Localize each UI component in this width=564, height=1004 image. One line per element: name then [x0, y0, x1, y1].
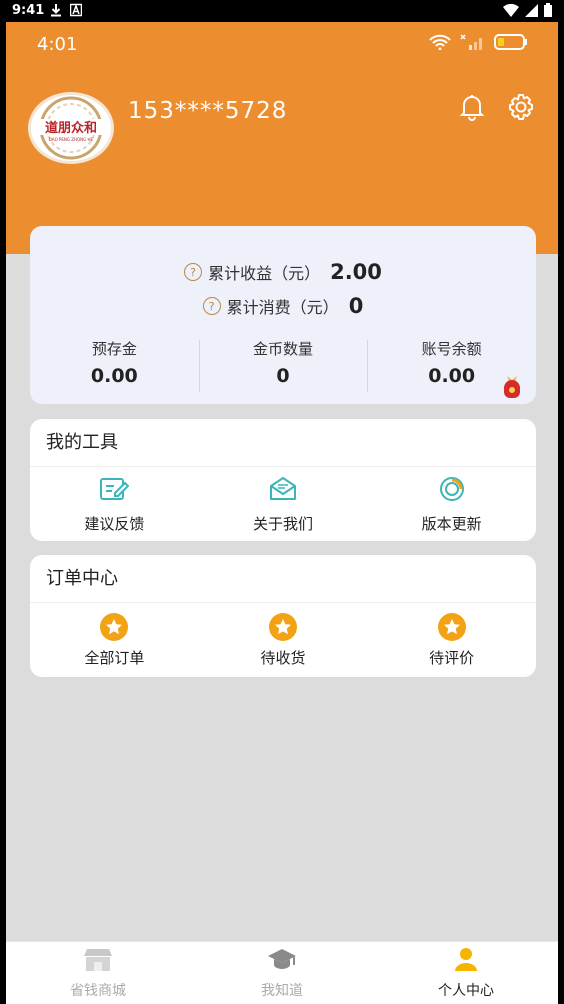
orders-card: 订单中心 全部订单 待收货 待评价 — [30, 555, 536, 677]
coins-label: 金币数量 — [253, 340, 314, 358]
earnings-value: 2.00 — [330, 260, 382, 284]
bottom-tab-bar: 省钱商城 我知道 个人中心 — [6, 941, 558, 1004]
version-update-button[interactable]: 版本更新 — [367, 475, 536, 534]
tools-card: 我的工具 建议反馈 关于我们 版本更新 — [30, 419, 536, 541]
battery-icon — [544, 3, 552, 21]
tools-title: 我的工具 — [30, 419, 536, 467]
stats-card: ? 累计收益（元） 2.00 ? 累计消费（元） 0 预存金 0.00 金币数量… — [30, 226, 536, 404]
wifi-icon — [428, 34, 452, 54]
user-phone: 153****5728 — [128, 98, 288, 124]
about-us-label: 关于我们 — [253, 514, 314, 533]
svg-text:DAO PENG ZHONG HE: DAO PENG ZHONG HE — [49, 137, 94, 142]
prepaid-value: 0.00 — [90, 365, 138, 387]
battery-icon — [494, 34, 528, 54]
prepaid-label: 预存金 — [91, 340, 137, 358]
tab-profile[interactable]: 个人中心 — [374, 942, 558, 1004]
avatar-logo-text: 道朋众和 — [45, 120, 97, 136]
spending-label: 累计消费（元） — [226, 298, 339, 317]
star-icon — [100, 612, 129, 641]
profile-header: 4:01 道朋众和 DAO PENG ZHONG HE 153****5728 — [6, 22, 558, 254]
gear-icon[interactable] — [506, 92, 536, 126]
question-icon[interactable]: ? — [202, 297, 221, 315]
all-orders-label: 全部订单 — [84, 648, 145, 667]
earnings-label: 累计收益（元） — [208, 264, 321, 283]
graduation-cap-icon — [267, 946, 297, 976]
version-update-label: 版本更新 — [421, 514, 482, 533]
to-review-label: 待评价 — [429, 648, 475, 667]
orders-title: 订单中心 — [30, 555, 536, 603]
edit-icon — [99, 475, 130, 507]
spending-row[interactable]: ? 累计消费（元） 0 — [30, 294, 536, 318]
about-us-button[interactable]: 关于我们 — [199, 475, 368, 534]
update-icon — [437, 475, 467, 507]
inner-status-time: 4:01 — [37, 34, 78, 55]
bell-icon[interactable] — [457, 92, 487, 126]
to-receive-label: 待收货 — [260, 648, 306, 667]
signal-icon — [460, 34, 486, 54]
question-icon[interactable]: ? — [184, 263, 203, 281]
tab-profile-label: 个人中心 — [438, 983, 494, 999]
download-icon — [50, 3, 62, 21]
feedback-label: 建议反馈 — [84, 514, 145, 533]
star-icon — [269, 612, 297, 641]
wifi-icon — [503, 3, 519, 21]
app-screen: 4:01 道朋众和 DAO PENG ZHONG HE 153****5728 — [6, 22, 558, 1004]
system-status-bar: 9:41 — [0, 0, 564, 22]
feedback-button[interactable]: 建议反馈 — [30, 475, 199, 534]
prepaid-column[interactable]: 预存金 0.00 — [30, 338, 199, 392]
earnings-row[interactable]: ? 累计收益（元） 2.00 — [30, 260, 536, 284]
user-icon — [451, 946, 481, 976]
tab-knowledge-label: 我知道 — [261, 983, 303, 999]
tab-knowledge[interactable]: 我知道 — [190, 942, 374, 1004]
shop-icon — [83, 946, 113, 976]
to-review-button[interactable]: 待评价 — [367, 612, 536, 668]
to-receive-button[interactable]: 待收货 — [199, 612, 368, 668]
star-icon — [437, 612, 466, 641]
tab-shop-label: 省钱商城 — [70, 983, 126, 999]
signal-icon — [525, 3, 538, 21]
spending-value: 0 — [348, 294, 364, 318]
avatar[interactable]: 道朋众和 DAO PENG ZHONG HE — [28, 92, 114, 164]
tab-shop[interactable]: 省钱商城 — [6, 942, 190, 1004]
coins-value: 0 — [276, 365, 290, 387]
balance-label: 账号余额 — [421, 340, 482, 358]
coins-column[interactable]: 金币数量 0 — [198, 338, 368, 392]
all-orders-button[interactable]: 全部订单 — [30, 612, 199, 668]
font-icon — [69, 3, 83, 21]
mail-icon — [268, 475, 298, 507]
system-time: 9:41 — [12, 3, 45, 18]
money-bag-icon[interactable] — [498, 372, 526, 400]
